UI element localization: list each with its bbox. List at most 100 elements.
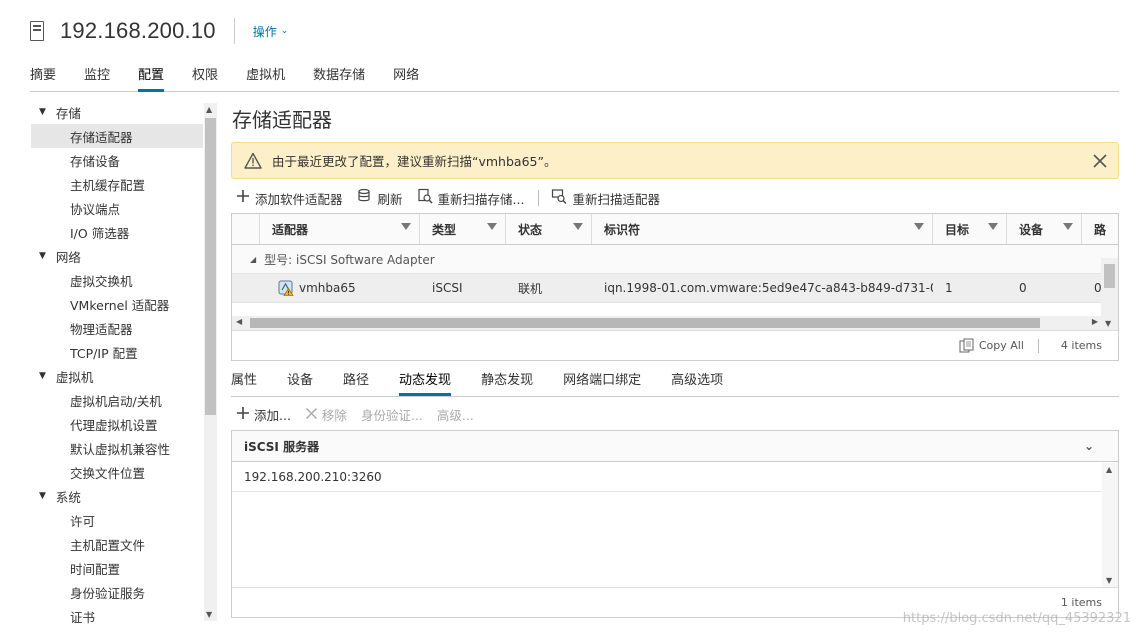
adapter-warning-icon [278,280,294,296]
remove-server-button[interactable]: 移除 [305,405,347,424]
iscsi-server-address: 192.168.200.210:3260 [244,469,382,484]
sidebar-group-storage[interactable]: ▼ 存储 [31,100,203,124]
close-icon[interactable] [1092,149,1108,174]
filter-icon[interactable] [914,223,924,230]
column-header-devices[interactable]: 设备 [1007,214,1082,244]
column-header-targets[interactable]: 目标 [933,214,1007,244]
sidebar-item-host-cache[interactable]: 主机缓存配置 [31,172,203,196]
warning-icon [244,152,262,170]
warning-banner: 由于最近更改了配置，建议重新扫描“vmhba65”。 [231,142,1119,179]
sidebar-item-host-profile[interactable]: 主机配置文件 [31,532,203,556]
sidebar-item-vmkernel-adapters[interactable]: VMkernel 适配器 [31,292,203,316]
sidebar-item-time-config[interactable]: 时间配置 [31,556,203,580]
grid-hscroll-thumb[interactable] [250,318,1040,328]
sidebar-item-swap-file[interactable]: 交换文件位置 [31,460,203,484]
sidebar-group-networking[interactable]: ▼ 网络 [31,244,203,268]
add-software-adapter-button[interactable]: 添加软件适配器 [236,189,343,208]
sidebar-item-io-filters[interactable]: I/O 筛选器 [31,220,203,244]
scroll-up-icon[interactable]: ▲ [1106,465,1112,474]
actions-menu[interactable]: 操作 ⌄ [253,23,289,40]
scroll-up-icon[interactable]: ▲ [206,105,212,114]
column-header-type[interactable]: 类型 [420,214,506,244]
tab-paths[interactable]: 路径 [343,365,369,396]
add-server-button[interactable]: 添加... [236,405,291,424]
page-title: 存储适配器 [232,108,332,132]
rescan-storage-button[interactable]: 重新扫描存储... [417,188,524,208]
copy-icon [959,338,975,353]
chevron-down-icon: ⌄ [280,26,289,36]
copy-all-label: Copy All [978,339,1024,352]
grid-header: 适配器 类型 状态 标识符 目标 设备 路 [232,214,1118,245]
table-row[interactable]: vmhba65 iSCSI 联机 iqn.1998-01.com.vmware:… [232,274,1118,303]
authentication-label: 身份验证... [360,408,423,423]
tab-advanced-options[interactable]: 高级选项 [671,365,723,396]
sidebar-item-vm-startup[interactable]: 虚拟机启动/关机 [31,388,203,412]
filter-icon[interactable] [487,223,497,230]
sidebar-item-licensing[interactable]: 许可 [31,508,203,532]
rescan-adapter-label: 重新扫描适配器 [572,191,660,207]
adapter-details-tabs: 属性 设备 路径 动态发现 静态发现 网络端口绑定 高级选项 [231,365,1119,397]
authentication-button[interactable]: 身份验证... [361,405,423,424]
sidebar-item-virtual-switches[interactable]: 虚拟交换机 [31,268,203,292]
copy-all-button[interactable]: Copy All [959,338,1024,353]
filter-icon[interactable] [573,223,583,230]
filter-icon[interactable] [401,223,411,230]
tab-permissions[interactable]: 权限 [192,56,218,92]
tab-static-discovery[interactable]: 静态发现 [481,365,533,396]
tab-summary[interactable]: 摘要 [30,56,56,92]
grid-vertical-scrollbar[interactable]: ▼ [1101,258,1118,330]
filter-icon[interactable] [1063,223,1073,230]
column-header-label: 类型 [432,223,457,237]
sidebar-item-tcpip-config[interactable]: TCP/IP 配置 [31,340,203,364]
grid-vscroll-thumb[interactable] [1104,264,1115,288]
iscsi-servers-header[interactable]: iSCSI 服务器 ⌄ [232,431,1118,462]
sidebar-group-system[interactable]: ▼ 系统 [31,484,203,508]
scroll-down-icon[interactable]: ▼ [206,610,212,619]
header-divider [233,18,235,44]
sidebar-item-physical-adapters[interactable]: 物理适配器 [31,316,203,340]
tab-configure[interactable]: 配置 [138,56,165,92]
rescan-adapter-button[interactable]: 重新扫描适配器 [551,188,660,208]
scroll-down-icon[interactable]: ▼ [1105,319,1111,328]
sidebar-scrollbar[interactable]: ▲ ▼ [204,103,217,621]
sidebar-scroll-thumb[interactable] [205,118,216,415]
rescan-storage-icon [417,188,433,208]
sidebar-group-vms[interactable]: ▼ 虚拟机 [31,364,203,388]
scroll-right-icon[interactable]: ▶ [1092,317,1098,326]
watermark-text: https://blog.csdn.net/qq_45392321 [902,611,1131,626]
sidebar-item-default-vm-compat[interactable]: 默认虚拟机兼容性 [31,436,203,460]
servers-vertical-scrollbar[interactable]: ▲ ▼ [1102,463,1118,587]
scroll-down-icon[interactable]: ▼ [1106,576,1112,585]
filter-icon[interactable] [988,223,998,230]
actions-menu-label[interactable]: 操作 [253,23,277,40]
sidebar-item-storage-adapters[interactable]: 存储适配器 [31,124,203,148]
column-header-identifier[interactable]: 标识符 [592,214,933,244]
refresh-button[interactable]: 刷新 [357,188,403,208]
caret-down-icon[interactable]: ◢ [250,255,256,264]
sidebar-item-certificate[interactable]: 证书 [31,604,203,625]
column-header-status[interactable]: 状态 [506,214,592,244]
tab-vms[interactable]: 虚拟机 [246,56,285,92]
column-header-paths[interactable]: 路 [1082,214,1118,244]
column-header-label: 设备 [1019,223,1044,237]
sidebar-group-label: 网络 [55,249,81,265]
column-header-adapter[interactable]: 适配器 [260,214,420,244]
tab-properties[interactable]: 属性 [231,365,257,396]
chevron-down-icon[interactable]: ⌄ [1084,439,1094,453]
tab-networks[interactable]: 网络 [393,56,419,92]
scroll-left-icon[interactable]: ◀ [236,317,242,326]
tab-dynamic-discovery[interactable]: 动态发现 [399,365,452,396]
sidebar-item-auth-services[interactable]: 身份验证服务 [31,580,203,604]
advanced-button[interactable]: 高级... [437,405,474,424]
tab-devices[interactable]: 设备 [287,365,313,396]
tab-network-port-binding[interactable]: 网络端口绑定 [563,365,641,396]
grid-group-row[interactable]: ◢ 型号: iSCSI Software Adapter [232,245,1118,274]
grid-horizontal-scrollbar[interactable]: ◀ ▶ [232,316,1102,330]
column-header-label: 适配器 [272,223,309,237]
sidebar-item-agent-vm[interactable]: 代理虚拟机设置 [31,412,203,436]
tab-datastores[interactable]: 数据存储 [313,56,365,92]
tab-monitor[interactable]: 监控 [84,56,110,92]
list-item[interactable]: 192.168.200.210:3260 [232,462,1102,492]
sidebar-item-storage-devices[interactable]: 存储设备 [31,148,203,172]
sidebar-item-protocol-endpoints[interactable]: 协议端点 [31,196,203,220]
